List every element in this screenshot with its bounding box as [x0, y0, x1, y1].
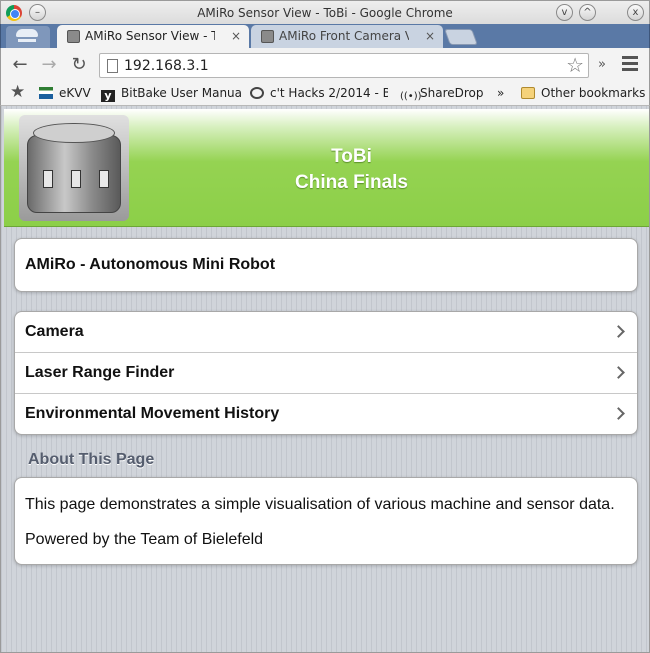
extensions-overflow-icon[interactable]: » — [598, 57, 606, 72]
close-window-button[interactable]: x — [627, 4, 644, 21]
new-tab-button[interactable] — [444, 29, 478, 45]
ct-icon — [250, 87, 264, 99]
maximize-button[interactable]: ^ — [579, 4, 596, 21]
bookmark-sharedrop[interactable]: ((•))ShareDrop — [400, 86, 484, 103]
url-text: 192.168.3.1 — [124, 58, 209, 74]
menu-icon[interactable] — [622, 56, 638, 72]
robot-name: ToBi — [331, 146, 372, 167]
back-arrow-icon[interactable]: ← — [9, 54, 31, 76]
tab-close-icon[interactable]: × — [425, 25, 435, 47]
page-title: AMiRo - Autonomous Mini Robot — [25, 256, 276, 273]
tab-sensor-view[interactable]: AMiRo Sensor View - ToBi × — [57, 25, 249, 48]
about-credit: Powered by the Team of Bielefeld — [25, 531, 264, 548]
nav-item-camera[interactable]: Camera — [15, 312, 637, 353]
ekvv-icon — [39, 87, 53, 99]
nav-item-laser-range-finder[interactable]: Laser Range Finder — [15, 353, 637, 394]
bookmark-star-icon[interactable]: ☆ — [566, 54, 584, 77]
nav-item-movement-history[interactable]: Environmental Movement History — [15, 394, 637, 435]
sensor-nav-list: Camera Laser Range Finder Environmental … — [14, 311, 638, 435]
y-icon: y — [101, 90, 115, 102]
page-icon — [107, 59, 118, 73]
chevron-right-icon — [612, 407, 625, 420]
chevron-right-icon — [612, 325, 625, 338]
address-bar[interactable]: 192.168.3.1 ☆ — [99, 53, 589, 78]
bookmark-ekvv[interactable]: eKVV — [39, 86, 93, 100]
about-description: This page demonstrates a simple visualis… — [25, 496, 615, 513]
minimize-button[interactable]: v — [556, 4, 573, 21]
tab-strip: AMiRo Sensor View - ToBi × AMiRo Front C… — [0, 24, 650, 48]
chevron-right-icon — [612, 366, 625, 379]
title-card: AMiRo - Autonomous Mini Robot — [14, 238, 638, 292]
sharedrop-icon: ((•)) — [400, 91, 422, 102]
tab-front-camera[interactable]: AMiRo Front Camera View × — [251, 25, 443, 48]
bookmarks-star-icon: ★ — [10, 82, 26, 102]
tab-label: AMiRo Front Camera View — [279, 29, 409, 43]
bookmarks-bar: ★ eKVV y BitBake User Manual c't Hacks 2/… — [0, 82, 650, 106]
reload-icon[interactable]: ↻ — [68, 54, 90, 76]
header-banner: ToBi China Finals — [4, 109, 649, 227]
browser-toolbar: ← → ↻ 192.168.3.1 ☆ » — [0, 48, 650, 82]
bookmarks-overflow-icon[interactable]: » — [497, 86, 504, 100]
about-card: This page demonstrates a simple visualis… — [14, 477, 638, 565]
bookmark-ct-hacks[interactable]: c't Hacks 2/2014 - Bo — [250, 86, 388, 100]
window-title: AMiRo Sensor View - ToBi - Google Chrome — [197, 6, 453, 20]
window-title-bar: – AMiRo Sensor View - ToBi - Google Chro… — [0, 0, 650, 24]
about-heading: About This Page — [28, 451, 155, 468]
incognito-icon — [6, 26, 50, 48]
nav-item-label: Camera — [25, 323, 84, 340]
forward-arrow-icon[interactable]: → — [38, 54, 60, 76]
nav-item-label: Environmental Movement History — [25, 405, 280, 422]
robot-photo — [19, 115, 129, 221]
bookmark-bitbake[interactable]: y BitBake User Manual — [101, 86, 241, 102]
robot-favicon-icon — [261, 30, 274, 43]
other-bookmarks[interactable]: Other bookmarks — [521, 86, 649, 100]
tab-close-icon[interactable]: × — [231, 25, 241, 47]
page-content: ToBi China Finals AMiRo - Autonomous Min… — [0, 106, 650, 653]
event-name: China Finals — [295, 172, 408, 193]
robot-favicon-icon — [67, 30, 80, 43]
nav-item-label: Laser Range Finder — [25, 364, 175, 381]
tab-label: AMiRo Sensor View - ToBi — [85, 29, 215, 43]
folder-icon — [521, 87, 535, 99]
